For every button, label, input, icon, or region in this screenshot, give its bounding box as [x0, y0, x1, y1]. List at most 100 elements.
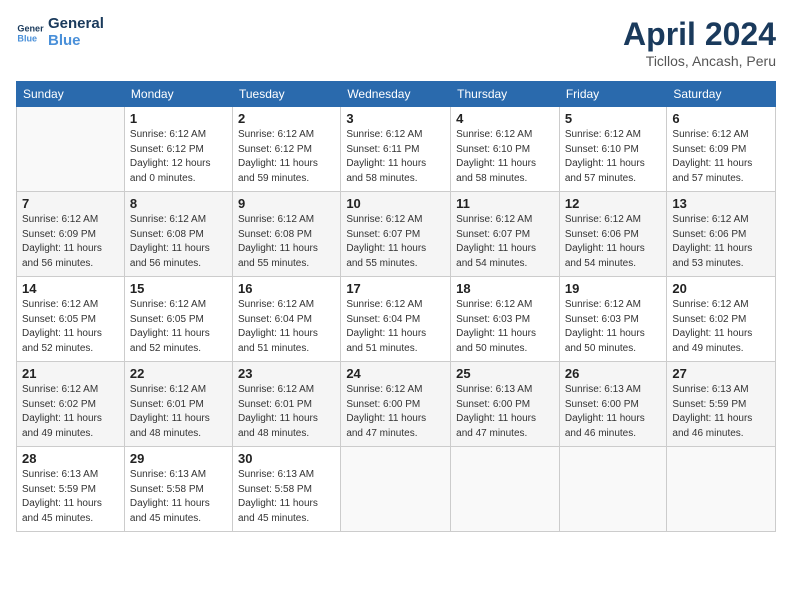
weekday-header-friday: Friday: [559, 82, 667, 107]
calendar-day-cell: 17Sunrise: 6:12 AM Sunset: 6:04 PM Dayli…: [341, 277, 451, 362]
calendar-week-row: 7Sunrise: 6:12 AM Sunset: 6:09 PM Daylig…: [17, 192, 776, 277]
day-info: Sunrise: 6:12 AM Sunset: 6:10 PM Dayligh…: [456, 128, 554, 186]
day-number: 16: [238, 281, 335, 296]
day-number: 23: [238, 366, 335, 381]
calendar-day-cell: 19 Sunrise: 6:12 AM Sunset: 6:03 PM Dayli…: [559, 277, 667, 362]
svg-text:Blue: Blue: [17, 33, 37, 43]
day-number: 12: [565, 196, 662, 211]
weekday-header-monday: Monday: [124, 82, 232, 107]
day-number: 17: [346, 281, 445, 296]
calendar-day-cell: 16 Sunrise: 6:12 AM Sunset: 6:04 PM Dayli…: [232, 277, 340, 362]
day-number: 25: [456, 366, 554, 381]
weekday-header-tuesday: Tuesday: [232, 82, 340, 107]
empty-cell: [451, 447, 560, 532]
calendar-day-cell: 12 Sunrise: 6:12 AM Sunset: 6:06 PM Dayli…: [559, 192, 667, 277]
day-number: 2: [238, 111, 335, 126]
day-info: Sunrise: 6:12 AM Sunset: 6:08 PM Dayligh…: [238, 213, 335, 271]
svg-text:General: General: [17, 23, 44, 33]
calendar-day-cell: 15Sunrise: 6:12 AM Sunset: 6:05 PM Dayli…: [124, 277, 232, 362]
calendar-day-cell: 3 Sunrise: 6:12 AM Sunset: 6:11 PM Daylig…: [341, 107, 451, 192]
day-number: 5: [565, 111, 662, 126]
day-number: 21: [22, 366, 119, 381]
day-info: Sunrise: 6:12 AM Sunset: 6:01 PM Dayligh…: [238, 383, 335, 441]
day-number: 28: [22, 451, 119, 466]
month-year-title: April 2024: [623, 16, 776, 53]
day-info: Sunrise: 6:12 AM Sunset: 6:05 PM Dayligh…: [130, 298, 227, 356]
calendar-week-row: 21 Sunrise: 6:12 AM Sunset: 6:02 PM Dayli…: [17, 362, 776, 447]
calendar-day-cell: 6Sunrise: 6:12 AM Sunset: 6:09 PM Daylig…: [667, 107, 776, 192]
calendar-day-cell: 28 Sunrise: 6:13 AM Sunset: 5:59 PM Dayli…: [17, 447, 125, 532]
day-number: 26: [565, 366, 662, 381]
calendar-day-cell: 7Sunrise: 6:12 AM Sunset: 6:09 PM Daylig…: [17, 192, 125, 277]
day-info: Sunrise: 6:12 AM Sunset: 6:03 PM Dayligh…: [456, 298, 554, 356]
calendar-day-cell: 30Sunrise: 6:13 AM Sunset: 5:58 PM Dayli…: [232, 447, 340, 532]
calendar-week-row: 28 Sunrise: 6:13 AM Sunset: 5:59 PM Dayli…: [17, 447, 776, 532]
day-number: 24: [346, 366, 445, 381]
day-info: Sunrise: 6:13 AM Sunset: 6:00 PM Dayligh…: [565, 383, 662, 441]
day-number: 29: [130, 451, 227, 466]
logo-icon: General Blue: [16, 19, 44, 47]
weekday-header-sunday: Sunday: [17, 82, 125, 107]
calendar-day-cell: 25 Sunrise: 6:13 AM Sunset: 6:00 PM Dayli…: [451, 362, 560, 447]
day-info: Sunrise: 6:12 AM Sunset: 6:09 PM Dayligh…: [22, 213, 119, 271]
day-info: Sunrise: 6:12 AM Sunset: 6:03 PM Dayligh…: [565, 298, 662, 356]
day-info: Sunrise: 6:12 AM Sunset: 6:06 PM Dayligh…: [672, 213, 770, 271]
day-info: Sunrise: 6:13 AM Sunset: 6:00 PM Dayligh…: [456, 383, 554, 441]
empty-cell: [559, 447, 667, 532]
day-info: Sunrise: 6:12 AM Sunset: 6:12 PM Dayligh…: [130, 128, 227, 186]
day-number: 10: [346, 196, 445, 211]
calendar-day-cell: 9 Sunrise: 6:12 AM Sunset: 6:08 PM Daylig…: [232, 192, 340, 277]
calendar-day-cell: 27 Sunrise: 6:13 AM Sunset: 5:59 PM Dayli…: [667, 362, 776, 447]
location-subtitle: Ticllos, Ancash, Peru: [623, 53, 776, 69]
day-info: Sunrise: 6:12 AM Sunset: 6:02 PM Dayligh…: [672, 298, 770, 356]
calendar-day-cell: 1 Sunrise: 6:12 AM Sunset: 6:12 PM Daylig…: [124, 107, 232, 192]
day-number: 3: [346, 111, 445, 126]
day-number: 20: [672, 281, 770, 296]
day-info: Sunrise: 6:12 AM Sunset: 6:11 PM Dayligh…: [346, 128, 445, 186]
weekday-header-saturday: Saturday: [667, 82, 776, 107]
day-info: Sunrise: 6:12 AM Sunset: 6:01 PM Dayligh…: [130, 383, 227, 441]
day-info: Sunrise: 6:13 AM Sunset: 5:59 PM Dayligh…: [672, 383, 770, 441]
logo-text: General Blue: [48, 16, 104, 49]
calendar-day-cell: 21 Sunrise: 6:12 AM Sunset: 6:02 PM Dayli…: [17, 362, 125, 447]
day-number: 4: [456, 111, 554, 126]
day-info: Sunrise: 6:13 AM Sunset: 5:58 PM Dayligh…: [130, 468, 227, 526]
calendar-day-cell: 18 Sunrise: 6:12 AM Sunset: 6:03 PM Dayli…: [451, 277, 560, 362]
day-number: 11: [456, 196, 554, 211]
day-number: 18: [456, 281, 554, 296]
day-number: 13: [672, 196, 770, 211]
day-info: Sunrise: 6:12 AM Sunset: 6:07 PM Dayligh…: [456, 213, 554, 271]
day-number: 14: [22, 281, 119, 296]
day-info: Sunrise: 6:12 AM Sunset: 6:12 PM Dayligh…: [238, 128, 335, 186]
day-number: 22: [130, 366, 227, 381]
calendar-day-cell: 20 Sunrise: 6:12 AM Sunset: 6:02 PM Dayli…: [667, 277, 776, 362]
weekday-header-row: SundayMondayTuesdayWednesdayThursdayFrid…: [17, 82, 776, 107]
day-info: Sunrise: 6:12 AM Sunset: 6:09 PM Dayligh…: [672, 128, 770, 186]
day-number: 8: [130, 196, 227, 211]
day-number: 30: [238, 451, 335, 466]
day-number: 1: [130, 111, 227, 126]
calendar-day-cell: 24 Sunrise: 6:12 AM Sunset: 6:00 PM Dayli…: [341, 362, 451, 447]
day-info: Sunrise: 6:12 AM Sunset: 6:06 PM Dayligh…: [565, 213, 662, 271]
day-info: Sunrise: 6:12 AM Sunset: 6:02 PM Dayligh…: [22, 383, 119, 441]
calendar-day-cell: 4 Sunrise: 6:12 AM Sunset: 6:10 PM Daylig…: [451, 107, 560, 192]
calendar-table: SundayMondayTuesdayWednesdayThursdayFrid…: [16, 81, 776, 532]
empty-cell: [667, 447, 776, 532]
day-info: Sunrise: 6:12 AM Sunset: 6:04 PM Dayligh…: [238, 298, 335, 356]
day-number: 27: [672, 366, 770, 381]
calendar-day-cell: 2 Sunrise: 6:12 AM Sunset: 6:12 PM Daylig…: [232, 107, 340, 192]
calendar-day-cell: 29 Sunrise: 6:13 AM Sunset: 5:58 PM Dayli…: [124, 447, 232, 532]
calendar-day-cell: 26 Sunrise: 6:13 AM Sunset: 6:00 PM Dayli…: [559, 362, 667, 447]
day-info: Sunrise: 6:12 AM Sunset: 6:08 PM Dayligh…: [130, 213, 227, 271]
empty-cell: [17, 107, 125, 192]
day-number: 9: [238, 196, 335, 211]
calendar-week-row: 1 Sunrise: 6:12 AM Sunset: 6:12 PM Daylig…: [17, 107, 776, 192]
page-header: General Blue General Blue April 2024 Tic…: [16, 16, 776, 69]
day-info: Sunrise: 6:12 AM Sunset: 6:10 PM Dayligh…: [565, 128, 662, 186]
logo: General Blue General Blue: [16, 16, 104, 49]
calendar-day-cell: 5 Sunrise: 6:12 AM Sunset: 6:10 PM Daylig…: [559, 107, 667, 192]
day-number: 19: [565, 281, 662, 296]
day-info: Sunrise: 6:12 AM Sunset: 6:00 PM Dayligh…: [346, 383, 445, 441]
weekday-header-wednesday: Wednesday: [341, 82, 451, 107]
day-info: Sunrise: 6:13 AM Sunset: 5:59 PM Dayligh…: [22, 468, 119, 526]
